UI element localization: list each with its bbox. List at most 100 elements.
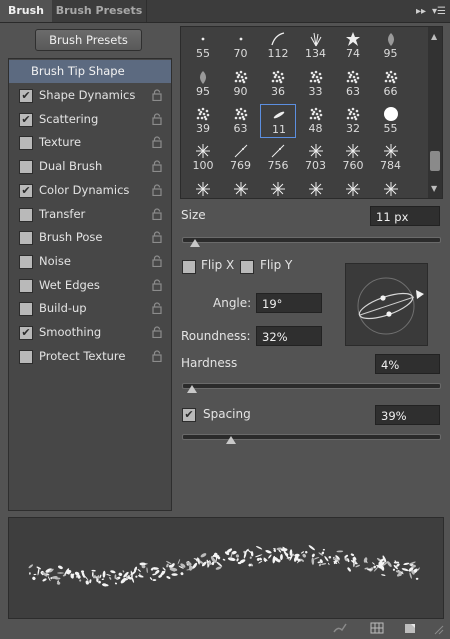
new-brush-icon[interactable]: [403, 621, 417, 635]
lock-icon[interactable]: [152, 279, 162, 291]
hardness-slider-thumb[interactable]: [187, 385, 198, 393]
angle-field[interactable]: 19°: [256, 293, 322, 313]
brush-tip-cell[interactable]: 756: [260, 141, 296, 175]
brush-tip-cell[interactable]: 55: [373, 104, 409, 138]
option-checkbox[interactable]: [19, 207, 33, 222]
size-slider[interactable]: [182, 237, 441, 243]
brush-tip-cell[interactable]: [373, 179, 409, 198]
sidebar-item-label: Noise: [39, 253, 71, 268]
brush-tip-cell[interactable]: 63: [223, 104, 259, 138]
lock-icon[interactable]: [152, 89, 162, 101]
hardness-field[interactable]: 4%: [375, 354, 440, 374]
option-checkbox[interactable]: [19, 254, 33, 269]
option-checkbox[interactable]: ✔: [19, 112, 33, 127]
brush-tip-cell[interactable]: 32: [335, 104, 371, 138]
option-checkbox[interactable]: [19, 136, 33, 151]
brush-presets-button[interactable]: Brush Presets: [35, 29, 142, 51]
brush-tip-cell[interactable]: 55: [185, 29, 221, 63]
panel-menu-icon[interactable]: ▾☰: [432, 6, 446, 17]
sidebar-item-color-dynamics[interactable]: ✔ Color Dynamics: [9, 179, 171, 202]
scroll-thumb[interactable]: [430, 151, 440, 171]
tab-brush[interactable]: Brush: [0, 0, 52, 22]
brush-tip-cell[interactable]: 100: [185, 141, 221, 175]
flip-x-checkbox[interactable]: [182, 260, 196, 274]
sidebar-item-protect-texture[interactable]: Protect Texture: [9, 345, 171, 368]
brush-tip-cell[interactable]: 33: [298, 67, 334, 101]
flip-y-checkbox[interactable]: [240, 260, 254, 274]
angle-roundness-widget[interactable]: [345, 263, 428, 346]
sidebar-item-wet-edges[interactable]: Wet Edges: [9, 274, 171, 297]
tab-brush-presets[interactable]: Brush Presets: [52, 0, 147, 22]
brush-tip-cell[interactable]: 36: [260, 67, 296, 101]
option-checkbox[interactable]: ✔: [19, 183, 33, 198]
collapse-icon[interactable]: ▸▸: [416, 6, 426, 17]
brush-tip-cell[interactable]: 11: [260, 104, 296, 138]
grid-icon[interactable]: [370, 621, 384, 635]
sidebar-item-smoothing[interactable]: ✔ Smoothing: [9, 321, 171, 344]
brush-tip-cell[interactable]: [185, 179, 221, 198]
option-checkbox[interactable]: [19, 349, 33, 364]
brush-tip-cell[interactable]: [335, 179, 371, 198]
option-checkbox[interactable]: [19, 231, 33, 246]
lock-icon[interactable]: [152, 255, 162, 267]
brush-tip-cell[interactable]: 48: [298, 104, 334, 138]
sidebar-item-dual-brush[interactable]: Dual Brush: [9, 155, 171, 178]
roundness-field[interactable]: 32%: [256, 326, 322, 346]
scroll-down-icon[interactable]: ▼: [431, 184, 437, 193]
brush-tip-cell[interactable]: 95: [373, 29, 409, 63]
lock-icon[interactable]: [152, 184, 162, 196]
sparkle-brush-icon: [308, 144, 323, 158]
brush-tip-cell[interactable]: 63: [335, 67, 371, 101]
grid-scrollbar[interactable]: ▲ ▼: [428, 27, 442, 198]
spacing-slider-thumb[interactable]: [225, 436, 236, 444]
brush-tip-cell[interactable]: 39: [185, 104, 221, 138]
brush-size-label: 39: [196, 122, 210, 135]
lock-icon[interactable]: [152, 326, 162, 338]
option-checkbox[interactable]: [19, 160, 33, 175]
sidebar-item-brush-tip-shape[interactable]: Brush Tip Shape: [9, 60, 171, 83]
lock-icon[interactable]: [152, 136, 162, 149]
brush-tip-cell[interactable]: 769: [223, 141, 259, 175]
brush-tip-cell[interactable]: 95: [185, 67, 221, 101]
sidebar-item-noise[interactable]: Noise: [9, 250, 171, 273]
option-checkbox[interactable]: [19, 302, 33, 317]
brush-tip-cell[interactable]: [260, 179, 296, 198]
brush-tip-cell[interactable]: 74: [335, 29, 371, 63]
brush-tip-cell[interactable]: 112: [260, 29, 296, 63]
sidebar-item-brush-pose[interactable]: Brush Pose: [9, 226, 171, 249]
spacing-field[interactable]: 39%: [375, 405, 440, 425]
brush-preview-toggle-icon[interactable]: [333, 621, 347, 635]
brush-tip-cell[interactable]: [223, 179, 259, 198]
lock-icon[interactable]: [152, 113, 162, 125]
sidebar-item-texture[interactable]: Texture: [9, 131, 171, 154]
size-slider-thumb[interactable]: [189, 239, 200, 247]
sidebar-item-scattering[interactable]: ✔ Scattering: [9, 108, 171, 131]
brush-tip-cell[interactable]: 760: [335, 141, 371, 175]
hardness-slider[interactable]: [182, 383, 441, 389]
resize-grip-icon[interactable]: [430, 621, 444, 635]
brush-tip-cell[interactable]: 90: [223, 67, 259, 101]
sidebar-item-build-up[interactable]: Build-up: [9, 297, 171, 320]
brush-tip-cell[interactable]: 784: [373, 141, 409, 175]
sidebar-item-shape-dynamics[interactable]: ✔ Shape Dynamics: [9, 84, 171, 107]
brush-settings-list: Brush Tip Shape ✔ Shape Dynamics ✔ Scatteri…: [8, 58, 172, 511]
size-field[interactable]: 11 px: [370, 206, 440, 226]
lock-icon[interactable]: [152, 231, 162, 244]
lock-icon[interactable]: [152, 302, 162, 315]
lock-icon[interactable]: [152, 207, 162, 220]
brush-tip-cell[interactable]: 134: [298, 29, 334, 63]
option-checkbox[interactable]: ✔: [19, 326, 33, 340]
brush-tip-cell[interactable]: 66: [373, 67, 409, 101]
brush-tip-cell[interactable]: 703: [298, 141, 334, 175]
scroll-up-icon[interactable]: ▲: [431, 32, 437, 41]
lock-icon[interactable]: [152, 350, 162, 362]
sparkle-brush-icon: [233, 182, 248, 196]
option-checkbox[interactable]: [19, 278, 33, 293]
spacing-slider[interactable]: [182, 434, 441, 440]
brush-tip-cell[interactable]: [298, 179, 334, 198]
option-checkbox[interactable]: ✔: [19, 89, 33, 103]
lock-icon[interactable]: [152, 160, 162, 173]
spacing-checkbox[interactable]: ✔: [182, 408, 196, 422]
sidebar-item-transfer[interactable]: Transfer: [9, 203, 171, 226]
brush-tip-cell[interactable]: 70: [223, 29, 259, 63]
